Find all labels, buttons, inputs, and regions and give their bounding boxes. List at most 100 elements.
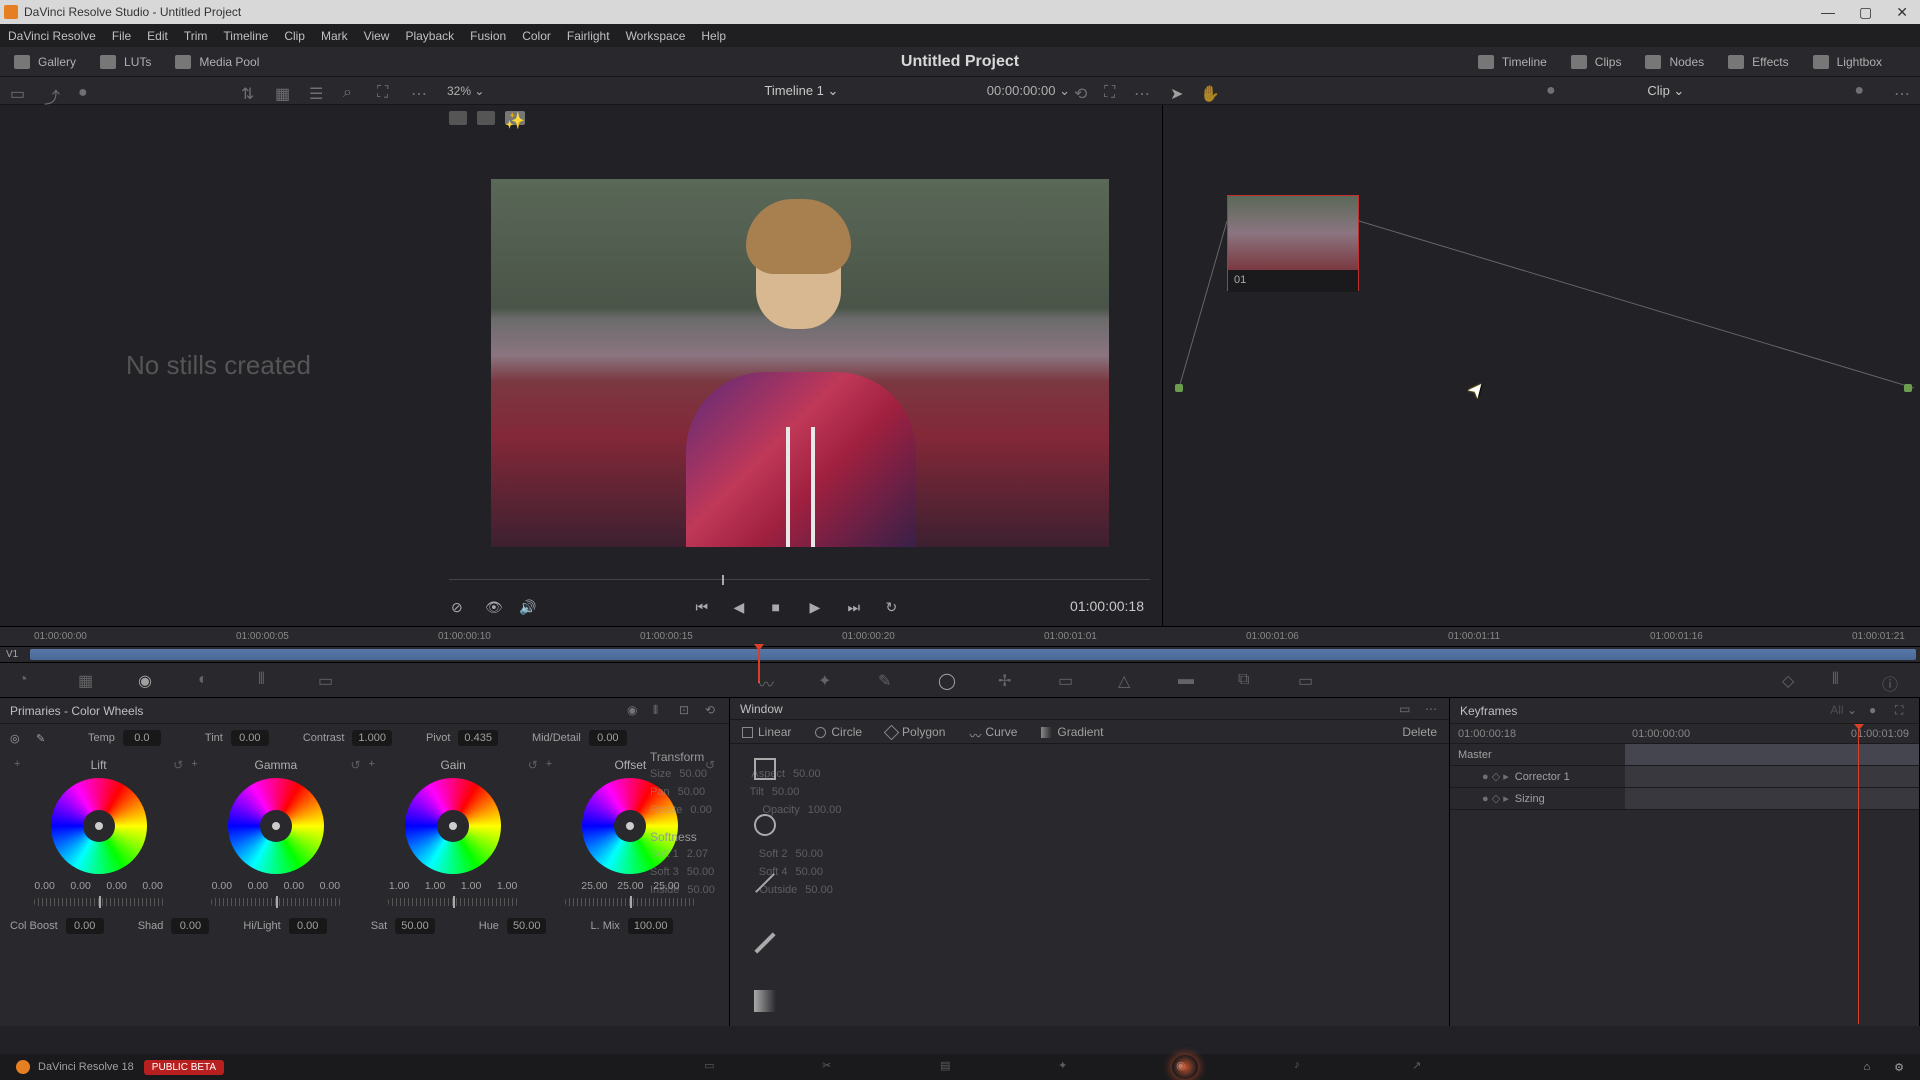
gamma-slider[interactable]	[211, 898, 341, 906]
opacity-value[interactable]: 100.00	[808, 804, 850, 816]
node-output[interactable]	[1904, 384, 1912, 392]
warp-icon[interactable]: ✦	[818, 671, 838, 689]
pointer-icon[interactable]: ➤	[1170, 84, 1186, 98]
qualifier-icon[interactable]: ▦	[78, 671, 98, 689]
list-icon[interactable]: ☰	[309, 84, 325, 98]
sat-value[interactable]: 50.00	[395, 918, 435, 934]
edit-page-icon[interactable]: ▤	[940, 1059, 958, 1075]
prev-frame-button[interactable]: ◀	[734, 599, 752, 613]
nodes-button[interactable]: Nodes	[1645, 55, 1704, 69]
lift-wheel[interactable]	[51, 778, 147, 874]
inside-value[interactable]: 50.00	[687, 884, 729, 896]
clip-mode-dropdown[interactable]: Clip ⌄	[1647, 83, 1684, 99]
timeline-track[interactable]: V1	[0, 646, 1920, 662]
circle-tab[interactable]: Circle	[815, 725, 862, 739]
curves-icon[interactable]: ◔	[18, 671, 38, 689]
loop-icon[interactable]: 👁	[485, 599, 503, 613]
minimize-button[interactable]: —	[1821, 4, 1835, 21]
motion-icon[interactable]: ▭	[318, 671, 338, 689]
node-editor[interactable]: 01	[1163, 105, 1920, 626]
node-dot-icon[interactable]: ●	[1854, 82, 1864, 100]
size-value[interactable]: 50.00	[679, 768, 721, 780]
aspect-value[interactable]: 50.00	[793, 768, 835, 780]
linear-tab[interactable]: Linear	[742, 725, 791, 739]
sizing-icon[interactable]: ⧉	[1238, 671, 1258, 689]
sort-icon[interactable]: ⇅	[241, 84, 257, 98]
next-frame-button[interactable]: ⏭	[848, 599, 866, 613]
menu-item[interactable]: DaVinci Resolve	[8, 29, 96, 43]
stop-button[interactable]: ■	[772, 599, 790, 613]
picker-icon[interactable]: +	[14, 758, 20, 770]
picker-icon[interactable]: ◎	[10, 732, 32, 745]
gain-slider[interactable]	[388, 898, 518, 906]
magic-icon[interactable]: ▭	[1058, 671, 1078, 689]
node-input[interactable]	[1175, 384, 1183, 392]
reset-icon[interactable]: ↺	[173, 758, 183, 772]
tracker-icon[interactable]: ✢	[998, 671, 1018, 689]
expand-icon[interactable]: ⛶	[377, 84, 393, 98]
key-icon[interactable]: ▬	[1178, 671, 1198, 689]
menu-item[interactable]: Edit	[147, 29, 168, 43]
fit-icon[interactable]: ⛶	[1104, 84, 1120, 98]
awb-icon[interactable]: ✎	[36, 732, 58, 745]
fusion-page-icon[interactable]: ✦	[1058, 1059, 1076, 1075]
more-icon[interactable]: ⋯	[1425, 702, 1439, 716]
gamma-wheel[interactable]	[228, 778, 324, 874]
lightbox-button[interactable]: Lightbox	[1813, 55, 1882, 69]
maximize-button[interactable]: ▢	[1859, 4, 1872, 21]
hilight-value[interactable]: 0.00	[289, 918, 327, 934]
bypass-icon[interactable]: ⟲	[1074, 84, 1090, 98]
still-view-icon[interactable]: ▭	[10, 84, 26, 98]
soft3-value[interactable]: 50.00	[687, 866, 729, 878]
wheels-icon[interactable]: ◉	[138, 671, 158, 689]
temp-value[interactable]: 0.0	[123, 730, 161, 746]
pivot-value[interactable]: 0.435	[458, 730, 498, 746]
menu-item[interactable]: Mark	[321, 29, 348, 43]
contrast-value[interactable]: 1.000	[352, 730, 392, 746]
log-mode-icon[interactable]: ⊡	[679, 703, 693, 718]
lmix-value[interactable]: 100.00	[628, 918, 674, 934]
kf-sizing-row[interactable]: ● ◇ ▸Sizing	[1450, 788, 1919, 810]
media-page-icon[interactable]: ▭	[704, 1059, 722, 1075]
more-icon[interactable]: ⋯	[1894, 84, 1910, 98]
rgb-icon[interactable]: ⫴	[258, 671, 278, 689]
gradient-window-button[interactable]	[754, 990, 776, 1012]
preset-icon[interactable]: ▭	[1399, 702, 1413, 716]
settings-icon[interactable]: ⚙	[1894, 1061, 1904, 1074]
lift-slider[interactable]	[34, 898, 164, 906]
tilt-value[interactable]: 50.00	[772, 786, 814, 798]
info-icon[interactable]: ⓘ	[1882, 671, 1902, 689]
highlight-icon[interactable]: ✨	[505, 111, 525, 125]
menu-item[interactable]: View	[364, 29, 390, 43]
dot-icon[interactable]: ●	[78, 84, 94, 98]
kf-dot-icon[interactable]: ●	[1869, 703, 1883, 718]
gain-wheel[interactable]	[405, 778, 501, 874]
fairlight-page-icon[interactable]: ♪	[1294, 1059, 1312, 1075]
play-button[interactable]: ▶	[810, 599, 828, 613]
clips-button[interactable]: Clips	[1571, 55, 1622, 69]
hue-value[interactable]: 50.00	[507, 918, 547, 934]
tint-value[interactable]: 0.00	[231, 730, 269, 746]
node-dot-icon[interactable]: ●	[1546, 82, 1556, 100]
curves2-icon[interactable]: 〰	[758, 671, 778, 689]
gradient-tab[interactable]: Gradient	[1041, 725, 1103, 739]
colboost-value[interactable]: 0.00	[66, 918, 104, 934]
middetail-value[interactable]: 0.00	[589, 730, 627, 746]
soft2-value[interactable]: 50.00	[796, 848, 838, 860]
deliver-page-icon[interactable]: ↗	[1412, 1059, 1430, 1075]
cut-page-icon[interactable]: ✂	[822, 1059, 840, 1075]
hdr-icon[interactable]: ◐	[198, 671, 218, 689]
close-button[interactable]: ✕	[1896, 4, 1908, 21]
wheel-mode-icon[interactable]: ◉	[627, 703, 641, 718]
viewer-image[interactable]	[491, 179, 1109, 547]
menu-item[interactable]: Help	[701, 29, 726, 43]
timeline-clip[interactable]	[30, 649, 1916, 660]
curve-tab[interactable]: 〰Curve	[969, 725, 1017, 739]
effects-button[interactable]: Effects	[1728, 55, 1788, 69]
zoom-dropdown[interactable]: 32% ⌄	[447, 84, 484, 98]
blur-icon[interactable]: △	[1118, 671, 1138, 689]
kf-corrector-row[interactable]: ● ◇ ▸Corrector 1	[1450, 766, 1919, 788]
export-icon[interactable]: ⤴	[44, 84, 60, 98]
image-wipe-icon[interactable]	[449, 111, 467, 125]
kf-expand-icon[interactable]: ⛶	[1895, 703, 1909, 718]
